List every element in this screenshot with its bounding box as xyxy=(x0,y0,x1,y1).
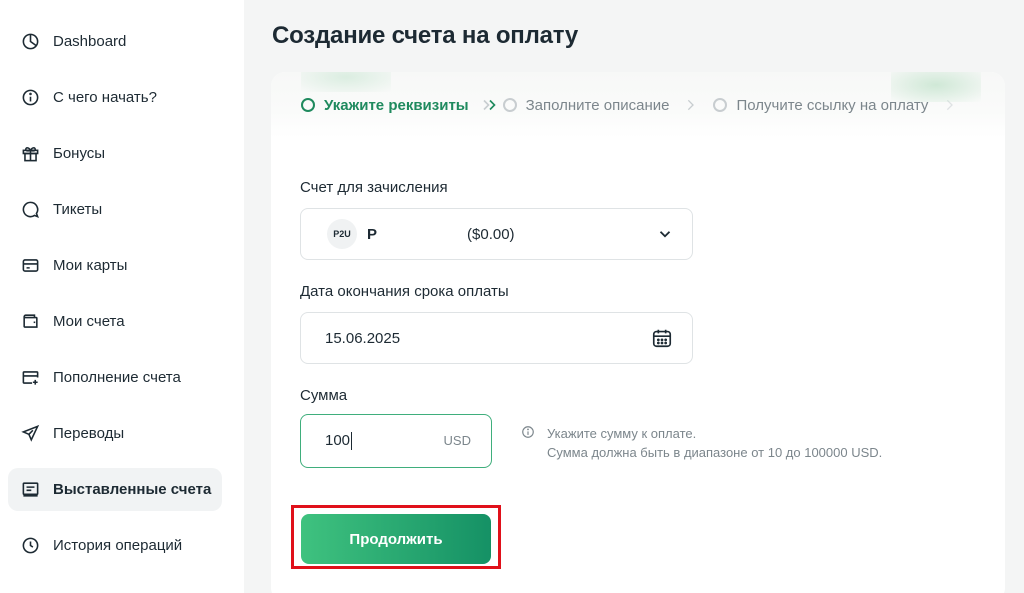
stepper: Укажите реквизиты Заполните описание Пол… xyxy=(271,72,1005,138)
account-select[interactable]: P2U P ($0.00) xyxy=(300,208,693,260)
account-label: Счет для зачисления xyxy=(300,179,448,196)
sidebar-item-label: История операций xyxy=(53,537,183,554)
amount-input[interactable]: 100 USD xyxy=(300,414,492,468)
sidebar-item-label: Тикеты xyxy=(53,201,103,218)
sidebar-item-invoices[interactable]: Выставленные счета xyxy=(8,468,222,511)
clock-icon xyxy=(20,536,40,556)
sidebar-item-bonuses[interactable]: Бонусы xyxy=(8,132,222,175)
info-icon xyxy=(20,88,40,108)
continue-button[interactable]: Продолжить xyxy=(301,514,491,564)
chat-bubble-icon xyxy=(20,200,40,220)
step-payment-link: Получите ссылку на оплату xyxy=(713,97,928,114)
amount-value: 100 xyxy=(325,431,353,451)
sidebar-item-history[interactable]: История операций xyxy=(8,524,222,567)
chevron-down-icon[interactable] xyxy=(656,225,674,243)
sidebar-item-label: Бонусы xyxy=(53,145,106,162)
sidebar-item-my-accounts[interactable]: Мои счета xyxy=(8,300,222,343)
sidebar-item-label: Мои карты xyxy=(53,257,128,274)
amount-label: Сумма xyxy=(300,387,348,404)
sidebar-item-getting-started[interactable]: С чего начать? xyxy=(8,76,222,119)
sidebar-item-dashboard[interactable]: Dashboard xyxy=(8,20,222,63)
wallet-icon xyxy=(20,312,40,332)
chevron-right-icon xyxy=(683,97,699,113)
double-chevron-right-icon xyxy=(479,96,501,114)
send-icon xyxy=(20,424,40,444)
step-label: Укажите реквизиты xyxy=(324,96,469,114)
card-icon xyxy=(20,256,40,276)
step-description: Заполните описание xyxy=(502,96,670,114)
step-indicator-icon xyxy=(713,98,728,112)
sidebar-item-label: Переводы xyxy=(53,425,125,442)
stepper-glow xyxy=(301,72,391,92)
card-add-icon xyxy=(20,368,40,388)
sidebar-item-top-up[interactable]: Пополнение счета xyxy=(8,356,222,399)
invoice-form-card: Укажите реквизиты Заполните описание Пол… xyxy=(271,72,1005,593)
step-label: Заполните описание xyxy=(525,96,670,114)
due-date-input[interactable]: 15.06.2025 xyxy=(300,312,693,364)
page-title: Создание счета на оплату xyxy=(272,22,579,49)
invoice-icon xyxy=(20,480,40,500)
info-icon xyxy=(522,426,534,438)
hint-line: Укажите сумму к оплате. xyxy=(547,426,697,441)
sidebar-item-label: Выставленные счета xyxy=(53,481,212,498)
sidebar-item-label: Dashboard xyxy=(53,33,127,50)
calendar-icon[interactable] xyxy=(651,327,673,349)
step-indicator-icon xyxy=(301,98,315,112)
account-name: P xyxy=(367,225,378,243)
account-currency-badge: P2U xyxy=(327,219,357,249)
gift-icon xyxy=(20,144,40,164)
account-balance: ($0.00) xyxy=(467,225,515,243)
sidebar-item-transfers[interactable]: Переводы xyxy=(8,412,222,455)
sidebar: Dashboard С чего начать? Бонусы Тикеты М… xyxy=(0,0,244,593)
hint-line: Сумма должна быть в диапазоне от 10 до 1… xyxy=(547,445,883,460)
step-indicator-icon xyxy=(502,98,517,112)
sidebar-item-label: Пополнение счета xyxy=(53,369,181,386)
amount-currency: USD xyxy=(443,433,471,448)
amount-hint: Укажите сумму к оплате. Сумма должна быт… xyxy=(521,424,882,462)
pie-chart-icon xyxy=(20,32,40,52)
due-date-value: 15.06.2025 xyxy=(325,329,401,347)
highlight-frame: Продолжить xyxy=(291,505,501,569)
sidebar-item-my-cards[interactable]: Мои карты xyxy=(8,244,222,287)
step-requisites: Укажите реквизиты xyxy=(301,97,469,114)
sidebar-item-label: Мои счета xyxy=(53,313,125,330)
step-label: Получите ссылку на оплату xyxy=(736,96,929,114)
due-date-label: Дата окончания срока оплаты xyxy=(300,283,509,300)
main-content: Создание счета на оплату Укажите реквизи… xyxy=(244,0,1024,593)
sidebar-item-tickets[interactable]: Тикеты xyxy=(8,188,222,231)
sidebar-item-label: С чего начать? xyxy=(53,89,157,106)
